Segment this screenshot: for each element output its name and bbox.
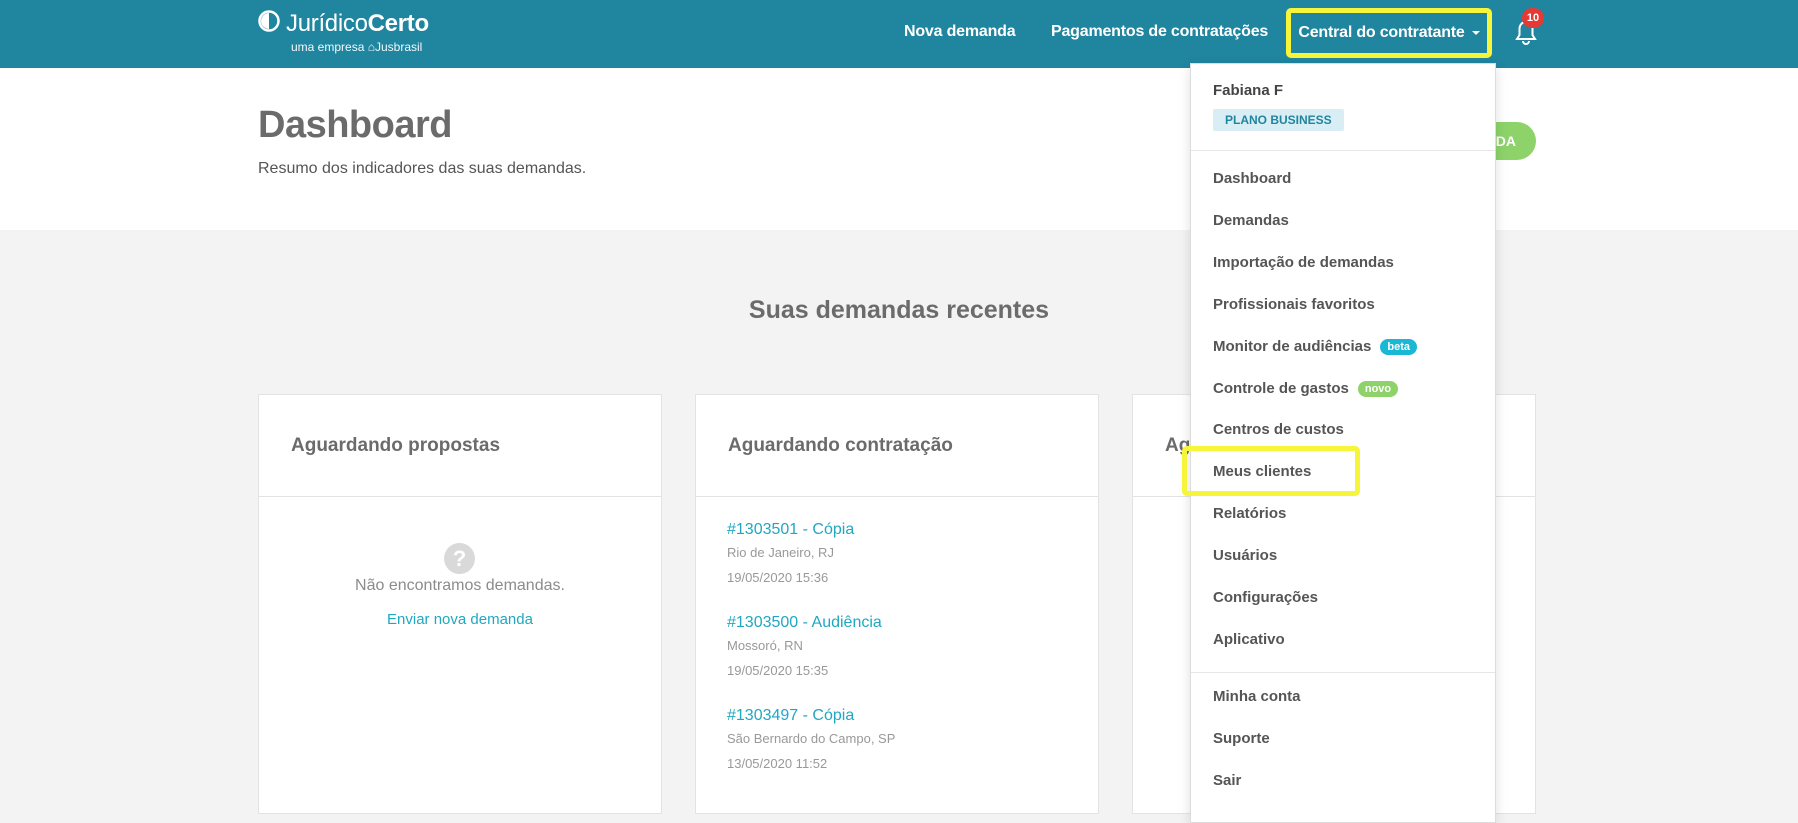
beta-badge: beta (1380, 338, 1417, 355)
nav-central-dropdown[interactable]: Central do contratante (1286, 8, 1492, 58)
menu-item-importacao[interactable]: Importação de demandas (1213, 254, 1394, 271)
menu-item-label: Monitor de audiências (1213, 338, 1372, 355)
demand-link[interactable]: #1303501 - Cópia (727, 521, 854, 539)
menu-item-label: Controle de gastos (1213, 380, 1349, 397)
menu-item-demandas[interactable]: Demandas (1213, 212, 1289, 229)
menu-item-suporte[interactable]: Suporte (1213, 730, 1270, 747)
demand-location: São Bernardo do Campo, SP (727, 731, 896, 746)
send-new-demand-link[interactable]: Enviar nova demanda (259, 611, 661, 628)
nav-central-label: Central do contratante (1298, 24, 1465, 41)
demand-location: Rio de Janeiro, RJ (727, 545, 834, 560)
notifications-badge: 10 (1522, 8, 1544, 28)
demand-date: 19/05/2020 15:35 (727, 663, 829, 678)
nav-payments[interactable]: Pagamentos de contratações (1051, 23, 1268, 41)
demand-item: #1303500 - Audiência Mossoró, RN 19/05/2… (727, 614, 882, 678)
demand-item: #1303497 - Cópia São Bernardo do Campo, … (727, 707, 895, 771)
brand-name: JurídicoCerto (286, 10, 429, 38)
new-badge: novo (1357, 380, 1399, 397)
brand-name-regular: Jurídico (286, 10, 368, 37)
card-awaiting-hiring: Aguardando contratação #1303501 - Cópia … (695, 394, 1099, 814)
empty-state-text: Não encontramos demandas. (355, 577, 565, 594)
brand-name-bold: Certo (367, 10, 429, 37)
brand-parent: Jusbrasil (374, 40, 423, 54)
menu-item-profissionais-favoritos[interactable]: Profissionais favoritos (1213, 296, 1375, 313)
nav-new-demand[interactable]: Nova demanda (904, 23, 1016, 41)
card-title: Aguardando propostas (259, 395, 661, 497)
jusbrasil-icon: ⌂ (367, 40, 375, 54)
menu-item-relatorios[interactable]: Relatórios (1213, 505, 1286, 522)
menu-item-usuarios[interactable]: Usuários (1213, 547, 1277, 564)
caret-down-icon (1471, 31, 1480, 35)
card-awaiting-proposals: Aguardando propostas ? Não encontramos d… (258, 394, 662, 814)
menu-item-aplicativo[interactable]: Aplicativo (1213, 631, 1285, 648)
menu-item-configuracoes[interactable]: Configurações (1213, 589, 1318, 606)
menu-divider (1191, 672, 1495, 673)
demand-location: Mossoró, RN (727, 638, 803, 653)
menu-item-sair[interactable]: Sair (1213, 772, 1241, 789)
brand-tagline-text: uma empresa (291, 40, 365, 54)
plan-badge: PLANO BUSINESS (1213, 109, 1344, 131)
question-icon: ? (444, 543, 475, 574)
page-subtitle: Resumo dos indicadores das suas demandas… (258, 160, 587, 177)
menu-item-controle-gastos[interactable]: Controle de gastos novo (1213, 380, 1399, 397)
menu-item-centros-custos[interactable]: Centros de custos (1213, 421, 1344, 438)
menu-divider (1191, 150, 1495, 151)
menu-item-monitor-audiencias[interactable]: Monitor de audiências beta (1213, 338, 1417, 355)
demand-date: 13/05/2020 11:52 (727, 756, 828, 771)
card-title: Aguardando contratação (696, 395, 1098, 497)
top-navbar: JurídicoCerto uma empresa ⌂Jusbrasil Nov… (0, 0, 1798, 68)
demand-item: #1303501 - Cópia Rio de Janeiro, RJ 19/0… (727, 521, 854, 585)
demand-link[interactable]: #1303500 - Audiência (727, 614, 882, 632)
menu-item-minha-conta[interactable]: Minha conta (1213, 688, 1301, 705)
user-name: Fabiana F (1213, 82, 1284, 99)
contractor-dropdown-menu: Fabiana F PLANO BUSINESS Dashboard Deman… (1190, 63, 1496, 823)
brand-logo-icon (258, 10, 280, 32)
brand-tagline: uma empresa ⌂Jusbrasil (291, 40, 422, 54)
demand-date: 19/05/2020 15:36 (727, 570, 829, 585)
recent-demands-title: Suas demandas recentes (748, 296, 1050, 324)
highlight-box (1182, 446, 1360, 496)
demand-link[interactable]: #1303497 - Cópia (727, 707, 895, 725)
menu-item-dashboard[interactable]: Dashboard (1213, 170, 1291, 187)
page-title: Dashboard (258, 104, 452, 146)
